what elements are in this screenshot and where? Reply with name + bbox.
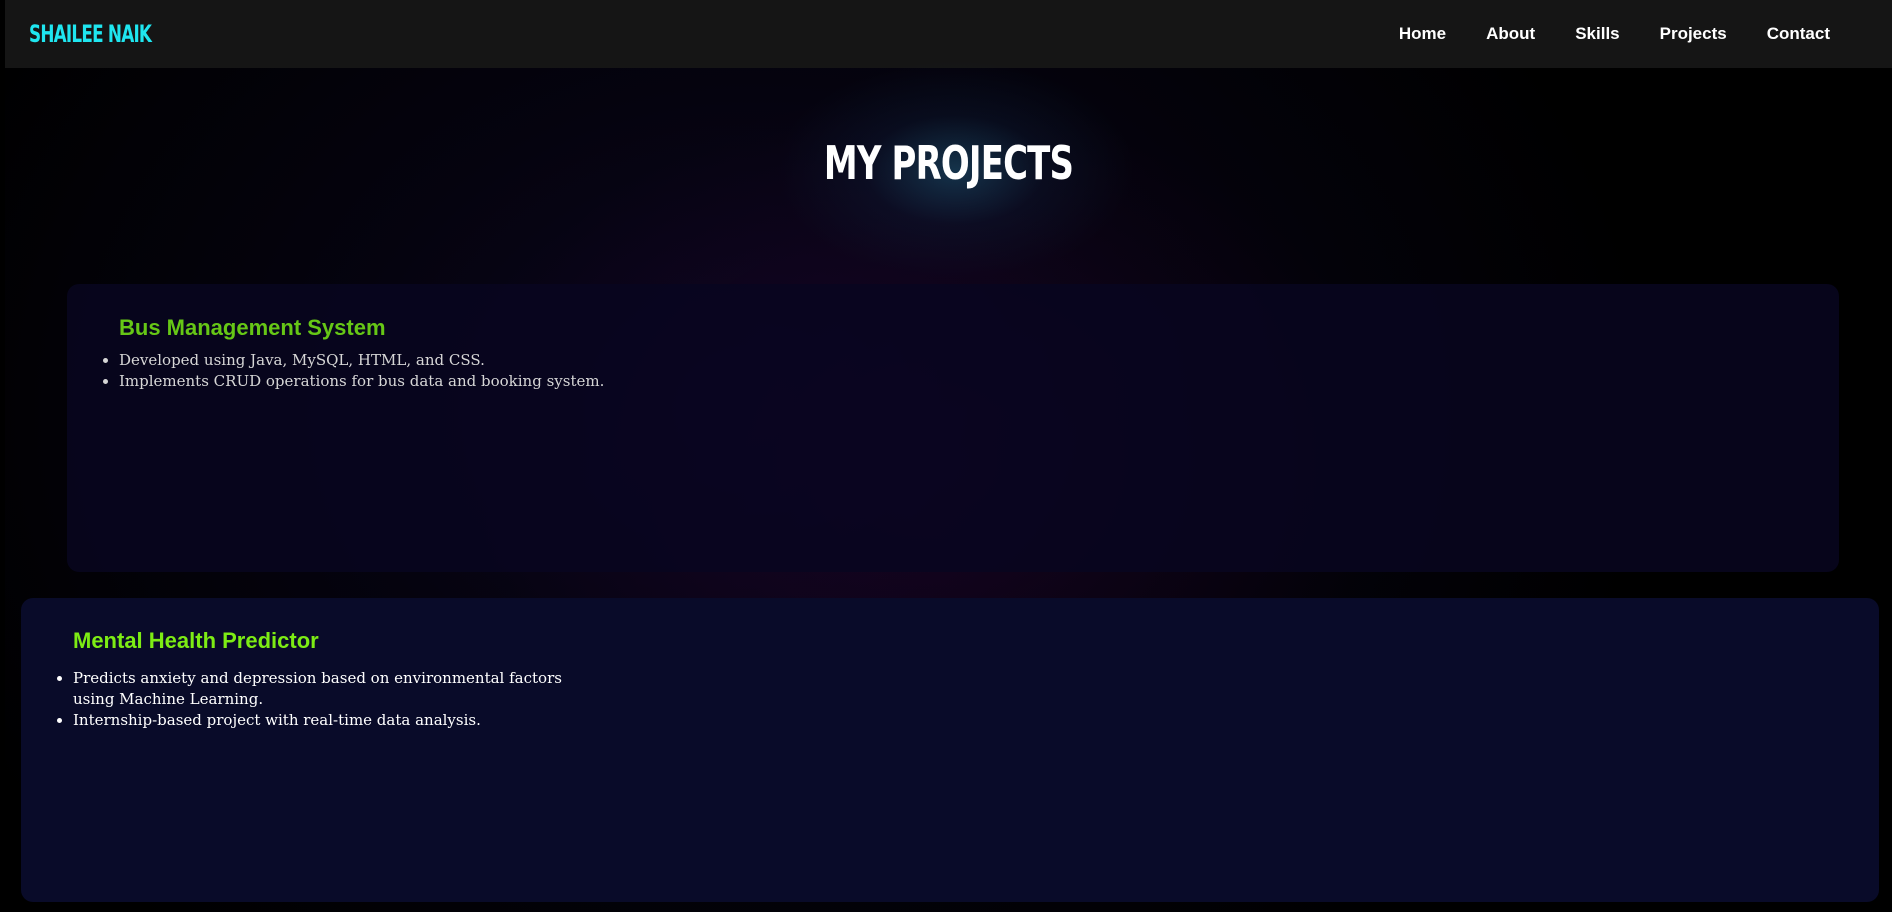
top-navbar: SHAILEE NAIK Home About Skills Projects … bbox=[5, 0, 1892, 68]
project-bullet: Implements CRUD operations for bus data … bbox=[119, 371, 679, 392]
project-bullet: Internship-based project with real-time … bbox=[73, 710, 593, 731]
project-bullets: Developed using Java, MySQL, HTML, and C… bbox=[101, 350, 679, 392]
nav-home-link[interactable]: Home bbox=[1379, 24, 1466, 44]
page-frame: SHAILEE NAIK Home About Skills Projects … bbox=[5, 0, 1892, 912]
project-bullet: Developed using Java, MySQL, HTML, and C… bbox=[119, 350, 679, 371]
project-title: Mental Health Predictor bbox=[73, 628, 319, 653]
main-nav: Home About Skills Projects Contact bbox=[1379, 24, 1850, 44]
project-card: Mental Health Predictor Predicts anxiety… bbox=[21, 598, 1879, 902]
project-card: Bus Management System Developed using Ja… bbox=[67, 284, 1839, 572]
site-logo[interactable]: SHAILEE NAIK bbox=[29, 20, 152, 48]
page-title: MY PROJECTS bbox=[823, 136, 1074, 190]
nav-projects-link[interactable]: Projects bbox=[1640, 24, 1747, 44]
nav-about-link[interactable]: About bbox=[1466, 24, 1555, 44]
project-title: Bus Management System bbox=[119, 315, 386, 340]
project-bullet: Predicts anxiety and depression based on… bbox=[73, 668, 593, 710]
project-bullets: Predicts anxiety and depression based on… bbox=[55, 668, 593, 731]
nav-skills-link[interactable]: Skills bbox=[1555, 24, 1639, 44]
nav-contact-link[interactable]: Contact bbox=[1747, 24, 1850, 44]
